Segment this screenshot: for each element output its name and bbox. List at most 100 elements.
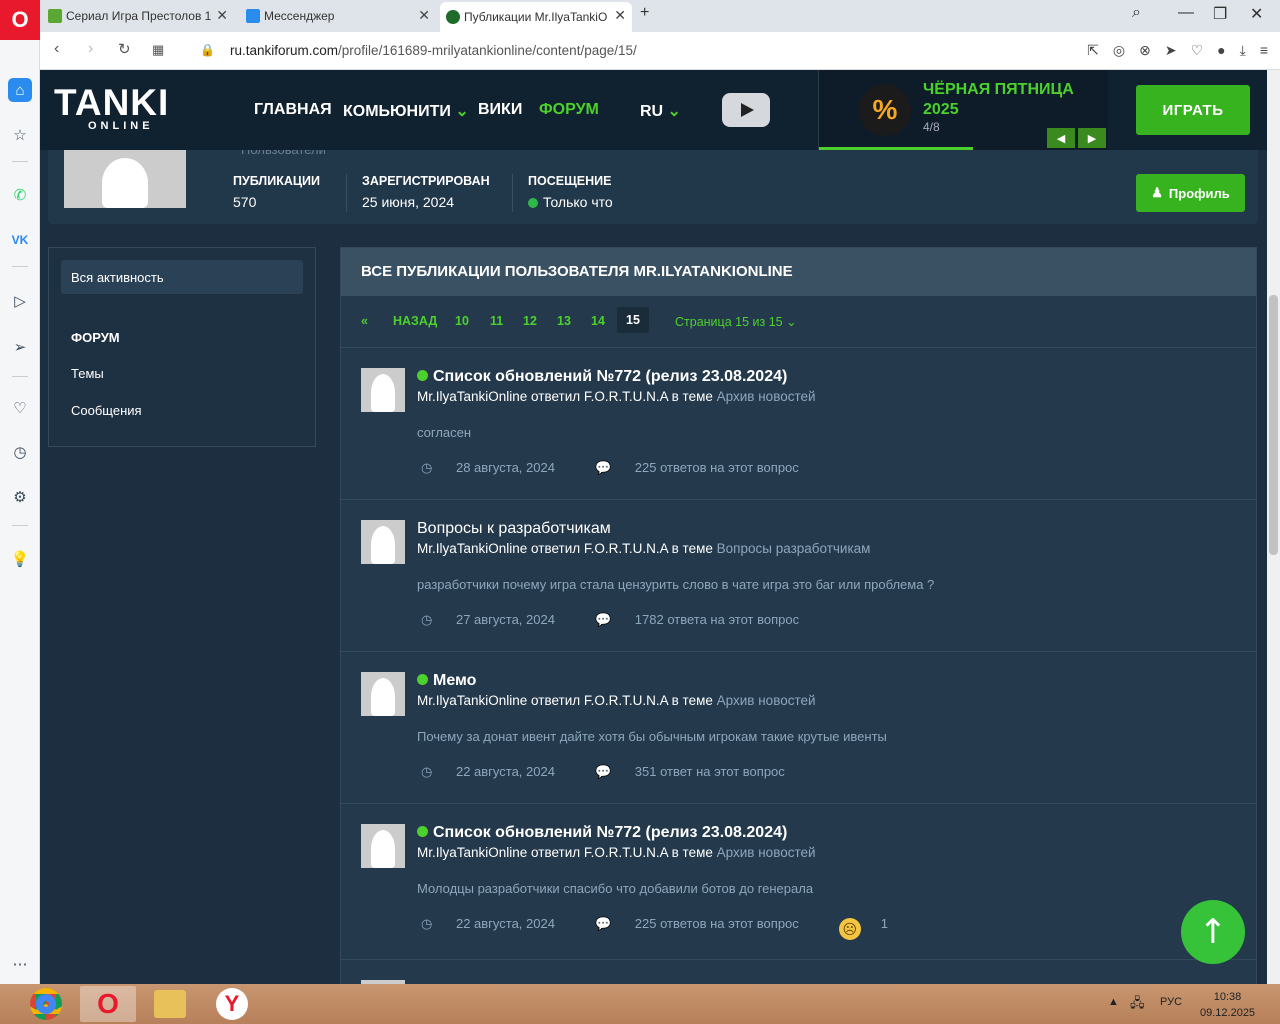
profile-button[interactable]: ♟ Профиль xyxy=(1136,174,1245,212)
post-date[interactable]: 22 августа, 2024 xyxy=(456,764,555,779)
post-replies: 225 ответов на этот вопрос xyxy=(634,916,799,931)
close-tab-icon[interactable]: ✕ xyxy=(418,7,430,24)
speed-dial-icon[interactable]: ▦ xyxy=(152,42,164,58)
send-icon[interactable]: ➤ xyxy=(1165,42,1177,59)
heart-icon[interactable]: ♡ xyxy=(8,396,32,420)
post-title-text: Список обновлений №772 (релиз 23.08.2024… xyxy=(433,368,788,385)
nav-forum[interactable]: ФОРУМ xyxy=(539,101,599,119)
vk-icon[interactable]: VK xyxy=(8,228,32,252)
post-section-link[interactable]: Вопросы разработчикам xyxy=(717,541,871,556)
post-date[interactable]: 28 августа, 2024 xyxy=(456,460,555,475)
post-date[interactable]: 27 августа, 2024 xyxy=(456,612,555,627)
promo-progress-bar xyxy=(819,147,973,150)
page-link[interactable]: 13 xyxy=(557,314,571,328)
browser-tab-1[interactable]: Сериал Игра Престолов 1 ✕ xyxy=(42,2,234,30)
language-select[interactable]: RU ⌄ xyxy=(640,101,681,121)
post-title[interactable]: Мемо xyxy=(417,672,476,690)
avatar[interactable] xyxy=(361,824,405,868)
page-scrollbar[interactable] xyxy=(1267,70,1280,984)
promo-prev-button[interactable]: ◀ xyxy=(1047,128,1075,148)
nav-community[interactable]: КОМЬЮНИТИ ⌄ xyxy=(343,101,469,121)
adblock-icon[interactable]: ⊗ xyxy=(1139,42,1151,59)
favorites-icon[interactable]: ☆ xyxy=(8,123,32,147)
stat-label: ПОСЕЩЕНИЕ xyxy=(528,174,612,188)
sad-reaction-icon[interactable]: ☹ xyxy=(838,918,861,940)
page-link[interactable]: 10 xyxy=(455,314,469,328)
show-hidden-icons[interactable]: ▲ xyxy=(1108,996,1119,1008)
system-clock[interactable]: 10:38 09.12.2025 xyxy=(1200,989,1255,1021)
opera-icon: O xyxy=(97,988,119,1019)
url-field[interactable]: ru.tankiforum.com/profile/161689-mrilyat… xyxy=(230,43,637,58)
input-language[interactable]: РУС xyxy=(1160,996,1182,1008)
browser-tab-2[interactable]: Мессенджер ✕ xyxy=(240,2,436,30)
site-header: TANKI ONLINE ГЛАВНАЯ КОМЬЮНИТИ ⌄ ВИКИ ФО… xyxy=(40,70,1267,150)
list-item: Вопросы к разработчикам Mr.IlyaTankiOnli… xyxy=(341,500,1256,652)
file-explorer-icon[interactable] xyxy=(154,990,186,1018)
player-icon[interactable]: ▷ xyxy=(8,289,32,313)
post-title[interactable]: Список обновлений №772 (релиз 23.08.2024… xyxy=(417,824,787,842)
share-icon[interactable]: ⇱ xyxy=(1087,42,1099,59)
send-icon[interactable]: ➢ xyxy=(8,335,32,359)
snapshot-icon[interactable]: ◎ xyxy=(1113,42,1125,59)
close-tab-icon[interactable]: ✕ xyxy=(614,7,626,24)
opera-menu-button[interactable]: O xyxy=(0,0,40,40)
tips-icon[interactable]: 💡 xyxy=(8,547,32,571)
post-title[interactable]: Список обновлений №772 (релиз 23.08.2024… xyxy=(417,368,787,386)
scroll-to-top-button[interactable]: ↑ xyxy=(1181,900,1245,964)
avatar[interactable] xyxy=(361,520,405,564)
network-icon[interactable]: 🖧 xyxy=(1130,994,1145,1016)
post-section-link[interactable]: Архив новостей xyxy=(717,845,816,860)
bookmark-heart-icon[interactable]: ♡ xyxy=(1191,42,1204,59)
browser-tab-3-active[interactable]: Публикации Mr.IlyaTankiO ✕ xyxy=(440,2,632,32)
stat-registered: ЗАРЕГИСТРИРОВАН 25 июня, 2024 xyxy=(362,174,490,210)
first-page-button[interactable]: « xyxy=(361,314,368,328)
promo-next-button[interactable]: ▶ xyxy=(1078,128,1106,148)
post-excerpt: Почему за донат ивент дайте хотя бы обыч… xyxy=(417,729,887,744)
yandex-browser-icon[interactable]: Y xyxy=(216,988,248,1020)
opera-taskbar-button[interactable]: O xyxy=(80,986,136,1022)
download-icon[interactable]: ⤓ xyxy=(1240,42,1246,59)
filter-topics[interactable]: Темы xyxy=(71,366,104,381)
page-link[interactable]: 11 xyxy=(490,314,503,328)
scrollbar-thumb[interactable] xyxy=(1269,295,1278,555)
tanki-logo[interactable]: TANKI xyxy=(54,84,169,121)
nav-wiki[interactable]: ВИКИ xyxy=(478,101,522,119)
reload-icon[interactable]: ↻ xyxy=(118,40,131,58)
chrome-icon[interactable] xyxy=(30,988,62,1020)
history-icon[interactable]: ◷ xyxy=(8,440,32,464)
promo-banner[interactable]: % ЧЁРНАЯ ПЯТНИЦА 2025 4/8 ◀ ▶ xyxy=(818,70,1108,150)
page-jump-dropdown[interactable]: Страница 15 из 15 ⌄ xyxy=(675,314,797,329)
whatsapp-icon[interactable]: ✆ xyxy=(8,183,32,207)
minimize-icon[interactable]: — xyxy=(1178,4,1194,22)
page-link[interactable]: 12 xyxy=(523,314,537,328)
settings-icon[interactable]: ⚙ xyxy=(8,485,32,509)
maximize-icon[interactable]: ❐ xyxy=(1213,4,1227,24)
post-title-text: Вопросы к разработчикам xyxy=(417,520,611,537)
avatar[interactable] xyxy=(361,368,405,412)
close-window-icon[interactable]: ✕ xyxy=(1250,4,1263,24)
post-section-link[interactable]: Архив новостей xyxy=(717,389,816,404)
youtube-icon[interactable] xyxy=(722,93,770,127)
post-section-link[interactable]: Архив новостей xyxy=(717,693,816,708)
post-title[interactable]: Вопросы к разработчикам xyxy=(417,520,611,538)
stat-last-visit: ПОСЕЩЕНИЕ Только что xyxy=(528,174,613,210)
more-icon[interactable]: ⋯ xyxy=(8,952,32,976)
easy-setup-icon[interactable]: ≡ xyxy=(1260,42,1268,59)
account-icon[interactable]: ● xyxy=(1217,42,1225,59)
close-tab-icon[interactable]: ✕ xyxy=(216,7,228,24)
page-link[interactable]: 14 xyxy=(591,314,605,328)
forward-icon[interactable]: › xyxy=(88,40,93,58)
nav-home[interactable]: ГЛАВНАЯ xyxy=(254,101,332,119)
home-icon[interactable]: ⌂ xyxy=(8,78,32,102)
post-date[interactable]: 22 августа, 2024 xyxy=(456,916,555,931)
promo-page-counter: 4/8 xyxy=(923,120,940,134)
play-button[interactable]: ИГРАТЬ xyxy=(1136,85,1250,135)
prev-page-button[interactable]: НАЗАД xyxy=(393,314,437,328)
avatar[interactable] xyxy=(361,672,405,716)
back-icon[interactable]: ‹ xyxy=(54,40,59,58)
search-tabs-icon[interactable]: ⌕ xyxy=(1132,4,1141,22)
new-tab-icon[interactable]: + xyxy=(640,4,649,22)
filter-all-activity[interactable]: Вся активность xyxy=(61,260,303,294)
filter-posts[interactable]: Сообщения xyxy=(71,403,142,418)
browser-tab-strip: O Сериал Игра Престолов 1 ✕ Мессенджер ✕… xyxy=(0,0,1280,40)
